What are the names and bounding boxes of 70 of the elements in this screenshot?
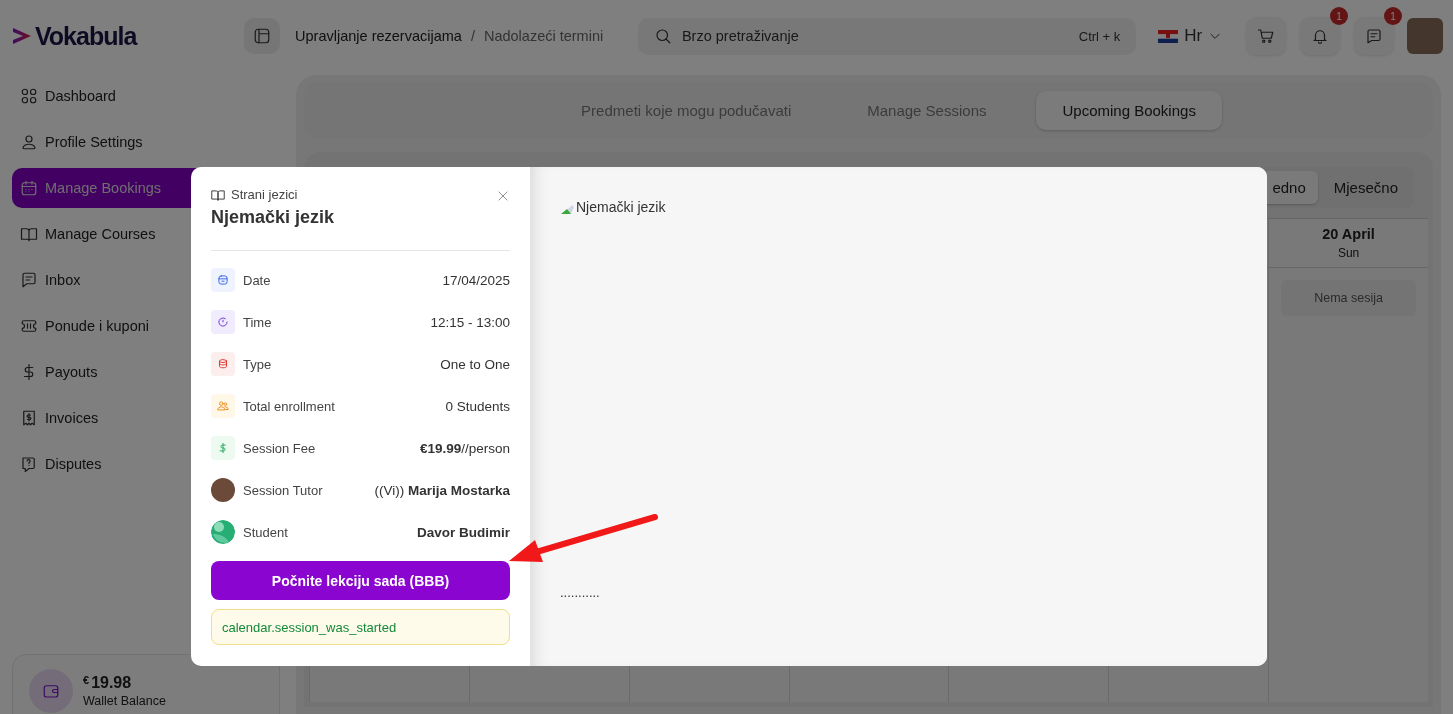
tab[interactable]: Predmeti koje mogu podučavati (555, 90, 818, 130)
nav-icon (20, 133, 38, 151)
cart-icon (1257, 27, 1276, 45)
bell-icon (1311, 27, 1330, 45)
flag-icon (1158, 29, 1179, 43)
nav-icon (20, 87, 38, 105)
cart-button[interactable] (1246, 17, 1287, 55)
brand-name: Vokabula (35, 21, 137, 51)
day-weekday: Sun (1337, 246, 1360, 260)
detail-icon (211, 436, 235, 460)
detail-label: Session Fee (243, 440, 317, 456)
logo-chevron-icon (12, 26, 32, 46)
search-icon (653, 27, 672, 45)
nav-icon (20, 271, 38, 289)
detail-icon (211, 310, 235, 334)
detail-value: One to One (440, 356, 510, 372)
detail-label: Time (243, 314, 273, 330)
detail-label: Total enrollment (243, 398, 336, 414)
sidebar-toggle-button[interactable] (244, 18, 281, 54)
detail-label: Date (243, 272, 272, 288)
wallet-amount: 19.98 (91, 674, 132, 691)
nav-icon (20, 409, 38, 427)
close-icon (496, 189, 510, 203)
tab[interactable]: Manage Sessions (841, 90, 1013, 130)
placeholder-dots: ........... (560, 585, 601, 600)
detail-value: Davor Budimir (416, 524, 510, 540)
book-icon (211, 187, 225, 202)
breadcrumb-current: Nadolazeći termini (483, 28, 604, 44)
view-option[interactable]: Mjesečno (1321, 171, 1410, 204)
shortcut-hint: Ctrl + k (1078, 28, 1121, 44)
detail-value: 12:15 - 13:00 (430, 314, 510, 330)
detail-value: 17/04/2025 (442, 272, 510, 288)
detail-label: Student (243, 524, 289, 540)
detail-icon (211, 268, 235, 292)
sidebar-item[interactable]: Profile Settings (12, 122, 280, 162)
wallet-label: Wallet Balance (83, 694, 166, 708)
detail-icon (211, 394, 235, 418)
currency-symbol: € (83, 674, 90, 686)
start-lesson-button[interactable]: Počnite lekciju sada (BBB) (211, 561, 510, 600)
wallet-icon (29, 669, 73, 713)
nav-icon (20, 225, 38, 243)
chat-icon (1365, 27, 1384, 45)
empty-day-label: Nema sesija (1281, 280, 1416, 316)
image-alt-text: Njemački jezik (576, 199, 666, 215)
day-date: 20 April (1322, 226, 1375, 242)
detail-value: 0 Students (445, 398, 510, 414)
language-selector[interactable]: Hr (1158, 26, 1223, 46)
status-message: calendar.session_was_started (211, 609, 510, 645)
breadcrumb-separator: / (470, 28, 475, 44)
notification-count: 1 (1330, 7, 1349, 25)
message-count: 1 (1384, 7, 1403, 25)
nav-icon (20, 455, 38, 473)
detail-label: Session Tutor (243, 482, 324, 498)
close-button[interactable] (496, 189, 510, 203)
detail-value: €19.99//person (419, 440, 510, 456)
nav-icon (20, 317, 38, 335)
detail-icon (211, 352, 235, 376)
tutor-avatar (211, 478, 235, 502)
tab[interactable]: Upcoming Bookings (1036, 90, 1222, 130)
layout-icon (253, 27, 272, 45)
breadcrumb-link[interactable]: Upravljanje rezervacijama (295, 28, 462, 44)
detail-label: Type (243, 356, 273, 372)
detail-value: ((Vi)) Marija Mostarka (374, 482, 510, 498)
student-avatar (211, 520, 235, 544)
search-input[interactable]: Brzo pretraživanje (679, 27, 1071, 45)
search-field[interactable]: Brzo pretraživanje Ctrl + k (637, 17, 1137, 55)
user-avatar[interactable] (1407, 18, 1443, 54)
nav-icon (20, 179, 38, 197)
sidebar-item[interactable]: Dashboard (12, 76, 280, 116)
dialog-title: Njemački jezik (211, 207, 336, 228)
